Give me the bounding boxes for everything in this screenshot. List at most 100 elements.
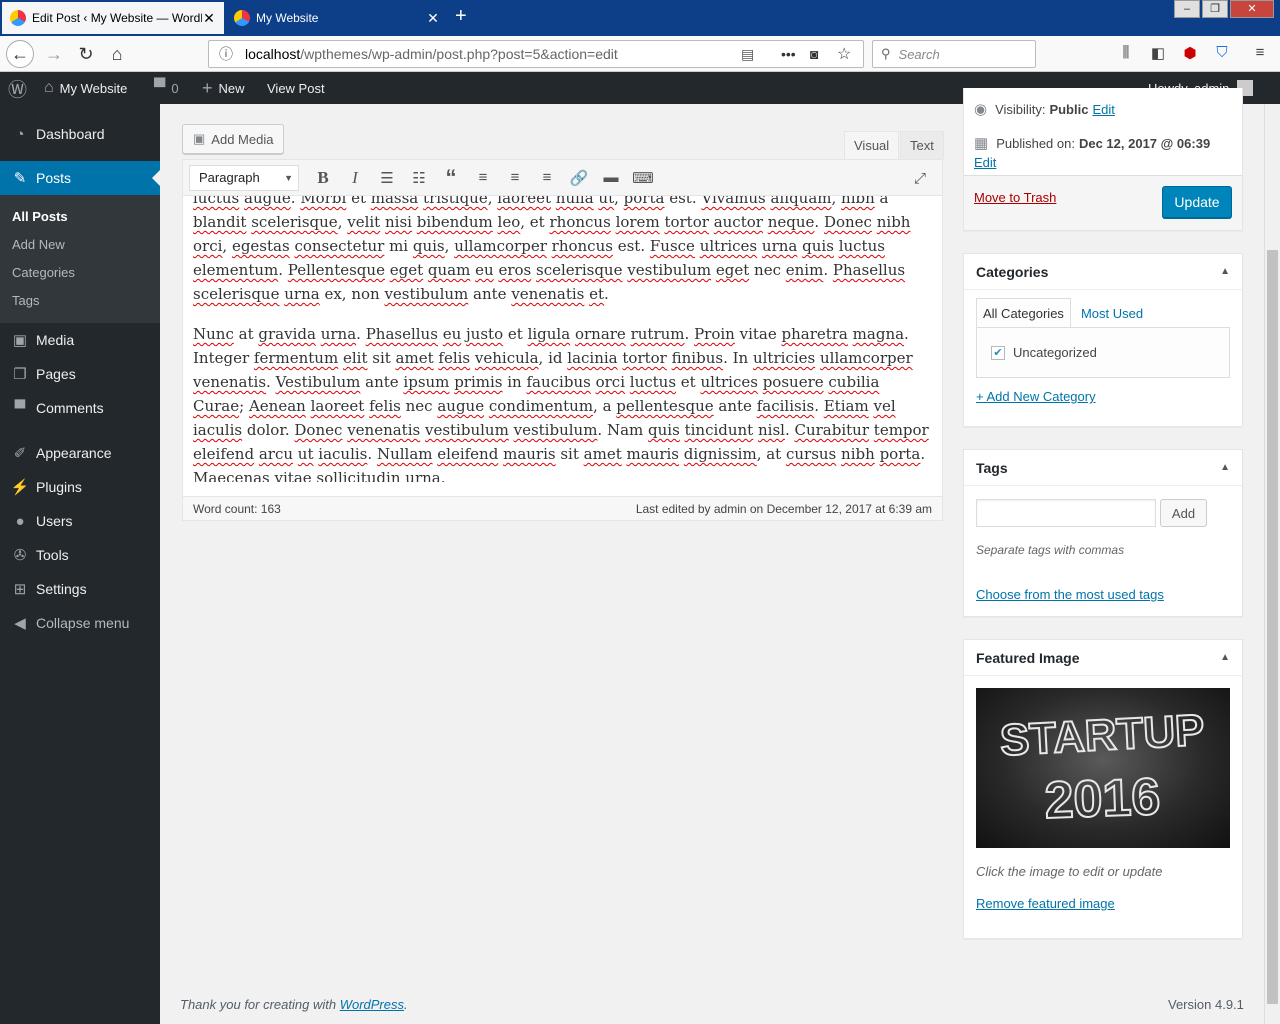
submenu-categories[interactable]: Categories (0, 259, 160, 287)
toolbar-toggle-icon[interactable]: ⌨ (627, 164, 659, 192)
forward-icon[interactable]: → (40, 40, 68, 68)
collapse-arrow-icon[interactable]: ▲ (1220, 266, 1230, 277)
minimize-icon[interactable]: – (1174, 0, 1200, 18)
submenu-add-new[interactable]: Add New (0, 231, 160, 259)
site-info-icon[interactable]: ⓘ (219, 44, 233, 64)
scrollbar-thumb[interactable] (1267, 250, 1278, 1004)
sidebar-item-users[interactable]: ● Users (0, 504, 160, 538)
categories-title: Categories (976, 263, 1049, 280)
ublock-icon[interactable]: ⬢ (1180, 44, 1200, 64)
new-tab-button[interactable]: + (455, 5, 467, 28)
tab-visual[interactable]: Visual (844, 131, 900, 159)
footer-thanks-prefix: Thank you for creating with (180, 997, 340, 1012)
published-row: ▦ Published on: Dec 12, 2017 @ 06:39 (974, 134, 1210, 152)
last-edited: Last edited by admin on December 12, 201… (635, 501, 932, 516)
editor-content[interactable]: luctus augue. Morbi et massa tristique, … (183, 196, 942, 482)
insert-link-icon[interactable]: 🔗 (563, 164, 595, 192)
publish-actions: Move to Trash Update (964, 175, 1242, 230)
page-actions-icon[interactable]: ••• (781, 46, 796, 62)
browser-tab-my-website[interactable]: My Website ✕ (226, 2, 448, 34)
tab-all-categories[interactable]: All Categories (976, 298, 1071, 328)
tag-input[interactable] (976, 499, 1156, 527)
url-bar[interactable]: ⓘ localhost/wpthemes/wp-admin/post.php?p… (208, 40, 864, 68)
search-bar[interactable]: ⚲ Search (872, 40, 1036, 68)
collapse-arrow-icon[interactable]: ▲ (1220, 462, 1230, 473)
submenu-tags[interactable]: Tags (0, 287, 160, 315)
add-media-button[interactable]: ▣ Add Media (182, 124, 285, 154)
wordpress-link[interactable]: WordPress (340, 997, 404, 1012)
choose-tags-link[interactable]: Choose from the most used tags (976, 587, 1164, 602)
reader-view-icon[interactable]: ▤ (741, 46, 754, 63)
sidebar-item-settings[interactable]: ⊞ Settings (0, 572, 160, 606)
move-to-trash-link[interactable]: Move to Trash (974, 190, 1056, 205)
admin-sidebar: ◔ Dashboard ✎ Posts All Posts Add New Ca… (0, 104, 160, 1024)
uncategorized-checkbox[interactable]: ✔ (991, 345, 1005, 360)
image-text-year: 2016 (1044, 768, 1162, 830)
window-close-icon[interactable]: ✕ (1230, 0, 1274, 18)
tab-most-used[interactable]: Most Used (1071, 298, 1149, 328)
blockquote-icon[interactable]: “ (435, 164, 467, 192)
sidebar-item-label: Media (36, 332, 75, 348)
add-new-category-link[interactable]: + Add New Category (976, 389, 1096, 404)
sidebar-icon[interactable]: ◧ (1148, 44, 1168, 64)
categories-list: ✔ Uncategorized (976, 327, 1230, 378)
align-right-icon[interactable]: ≡ (531, 164, 563, 192)
featured-image[interactable]: STARTUP 2016 (976, 688, 1230, 848)
sidebar-item-tools[interactable]: ✇ Tools (0, 538, 160, 572)
sidebar-item-pages[interactable]: ❐ Pages (0, 357, 160, 391)
published-edit-link[interactable]: Edit (974, 155, 996, 170)
sidebar-item-media[interactable]: ▣ Media (0, 323, 160, 357)
align-center-icon[interactable]: ≡ (499, 164, 531, 192)
back-icon[interactable]: ← (6, 40, 34, 68)
bold-icon[interactable]: B (307, 164, 339, 192)
format-select[interactable]: Paragraph (189, 164, 299, 191)
site-name: My Website (59, 80, 128, 96)
bullet-list-icon[interactable]: ☰ (371, 164, 403, 192)
new-content-link[interactable]: + New (202, 72, 245, 104)
update-button[interactable]: Update (1162, 186, 1232, 218)
reload-icon[interactable]: ↻ (72, 40, 100, 68)
tab-text[interactable]: Text (900, 131, 944, 159)
footer-thanks-suffix: . (404, 997, 408, 1012)
align-left-icon[interactable]: ≡ (467, 164, 499, 192)
sidebar-item-plugins[interactable]: ⚡ Plugins (0, 470, 160, 504)
bookmark-star-icon[interactable]: ☆ (837, 44, 851, 64)
home-icon[interactable]: ⌂ (103, 40, 131, 68)
sidebar-item-label: Settings (36, 581, 87, 597)
wordpress-logo-icon[interactable]: Ⓦ (8, 72, 33, 104)
tab-close-icon[interactable]: ✕ (426, 10, 440, 27)
submenu-all-posts[interactable]: All Posts (0, 203, 160, 231)
publish-box: ◉ Visibility: Public Edit ▦ Published on… (963, 88, 1243, 231)
featured-image-header[interactable]: Featured Image ▲ (964, 640, 1242, 676)
collapse-menu-button[interactable]: ◀ Collapse menu (0, 606, 160, 640)
site-name-link[interactable]: ⌂ My Website (44, 72, 127, 104)
categories-header[interactable]: Categories ▲ (964, 254, 1242, 290)
shield-extension-icon[interactable]: ⛉ (1212, 44, 1232, 64)
sidebar-item-posts[interactable]: ✎ Posts (0, 161, 160, 195)
browser-tab-edit-post[interactable]: Edit Post ‹ My Website — WordPress ✕ (2, 2, 224, 34)
maximize-icon[interactable]: ❐ (1202, 0, 1228, 18)
menu-hamburger-icon[interactable]: ≡ (1250, 44, 1270, 64)
pages-icon: ❐ (13, 366, 27, 383)
view-post-link[interactable]: View Post (267, 72, 325, 104)
tab-close-icon[interactable]: ✕ (202, 10, 216, 27)
read-more-icon[interactable]: ▬ (595, 164, 627, 192)
numbered-list-icon[interactable]: ☷ (403, 164, 435, 192)
visibility-label: Visibility: (995, 101, 1046, 117)
tags-header[interactable]: Tags ▲ (964, 450, 1242, 486)
library-icon[interactable]: ⫼ (1116, 44, 1136, 64)
add-tag-button[interactable]: Add (1160, 499, 1207, 527)
visibility-edit-link[interactable]: Edit (1092, 102, 1114, 117)
sidebar-item-comments[interactable]: ▀ Comments (0, 391, 160, 425)
paragraph-1: luctus augue. Morbi et massa tristique, … (193, 196, 911, 303)
comment-bubble-icon: ▀ (154, 79, 166, 96)
page-scrollbar[interactable] (1264, 104, 1280, 1024)
collapse-arrow-icon[interactable]: ▲ (1220, 652, 1230, 663)
remove-featured-image-link[interactable]: Remove featured image (976, 896, 1115, 911)
fullscreen-icon[interactable]: ⤢ (904, 164, 936, 192)
comments-link[interactable]: ▀ 0 (154, 72, 179, 104)
sidebar-item-appearance[interactable]: ✐ Appearance (0, 436, 160, 470)
italic-icon[interactable]: I (339, 164, 371, 192)
pocket-icon[interactable]: ◙ (810, 46, 818, 62)
sidebar-item-dashboard[interactable]: ◔ Dashboard (0, 117, 160, 151)
